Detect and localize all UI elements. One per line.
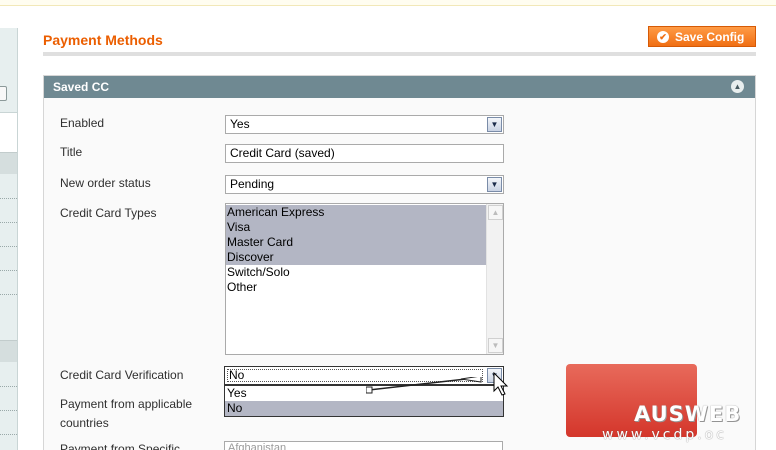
cc-types-label: Credit Card Types: [60, 206, 157, 220]
section-header[interactable]: Saved CC ▲: [44, 76, 755, 98]
checkmark-icon: ✔: [657, 30, 669, 43]
sidebar-divider: [0, 246, 17, 247]
cc-type-option[interactable]: Discover: [226, 250, 487, 265]
applicable-countries-label-line: countries: [60, 416, 109, 430]
sidebar-divider: [0, 434, 17, 435]
title-value: Credit Card (saved): [230, 146, 335, 160]
save-config-label: Save Config: [675, 29, 745, 44]
sidebar-divider: [0, 270, 17, 271]
enabled-label: Enabled: [60, 116, 105, 130]
sidebar-divider: [0, 410, 17, 411]
chevron-down-icon[interactable]: ▼: [487, 177, 502, 192]
sidebar-toggle-handle[interactable]: [0, 86, 7, 101]
annotation-arrow-icon: [366, 377, 482, 394]
specific-countries-value: Afghanistan: [228, 442, 287, 450]
top-border: [0, 0, 776, 6]
specific-countries-label: Payment from Specific: [60, 442, 181, 450]
sidebar-divider: [0, 386, 17, 387]
enabled-select[interactable]: Yes ▼: [225, 115, 504, 134]
cc-type-option[interactable]: Other: [226, 280, 487, 295]
left-sidebar: [0, 28, 18, 450]
title-input[interactable]: Credit Card (saved): [225, 144, 504, 163]
order-status-value: Pending: [230, 177, 275, 191]
applicable-countries-label-line: Payment from applicable: [60, 397, 193, 411]
cc-types-multiselect[interactable]: American Express Visa Master Card Discov…: [225, 203, 504, 355]
sidebar-divider: [0, 294, 17, 295]
page-title: Payment Methods: [43, 32, 163, 48]
section-title: Saved CC: [53, 80, 110, 94]
specific-countries-select[interactable]: Afghanistan: [224, 441, 503, 450]
cc-type-option[interactable]: Visa: [226, 220, 487, 235]
collapse-icon[interactable]: ▲: [731, 80, 744, 93]
order-status-label: New order status: [60, 176, 151, 190]
sidebar-item[interactable]: [0, 340, 17, 362]
title-divider: [43, 52, 756, 56]
cc-type-option[interactable]: Switch/Solo: [226, 265, 487, 280]
watermark-logo: AUSWEB: [634, 402, 742, 426]
sidebar-divider: [0, 222, 17, 223]
chevron-down-icon[interactable]: ▼: [487, 117, 502, 132]
applicable-countries-label: Payment from applicable countries: [60, 396, 192, 432]
scroll-down-icon[interactable]: ▼: [488, 338, 503, 353]
watermark-url: www.vcdp.oc: [602, 427, 727, 443]
sidebar-item[interactable]: [0, 152, 17, 174]
scroll-up-icon[interactable]: ▲: [488, 205, 503, 220]
mouse-pointer-icon: [493, 372, 509, 396]
enabled-value: Yes: [230, 117, 250, 131]
sidebar-divider: [0, 198, 17, 199]
cc-verification-value: No: [229, 368, 245, 382]
multiselect-scrollbar[interactable]: ▲ ▼: [486, 204, 503, 354]
cc-type-option[interactable]: American Express: [226, 205, 487, 220]
cc-type-option[interactable]: Master Card: [226, 235, 487, 250]
order-status-select[interactable]: Pending ▼: [225, 175, 504, 194]
cc-verification-label: Credit Card Verification: [60, 368, 184, 382]
dropdown-option[interactable]: No: [225, 401, 503, 416]
title-label: Title: [60, 145, 83, 159]
save-config-button[interactable]: ✔ Save Config: [648, 26, 756, 47]
